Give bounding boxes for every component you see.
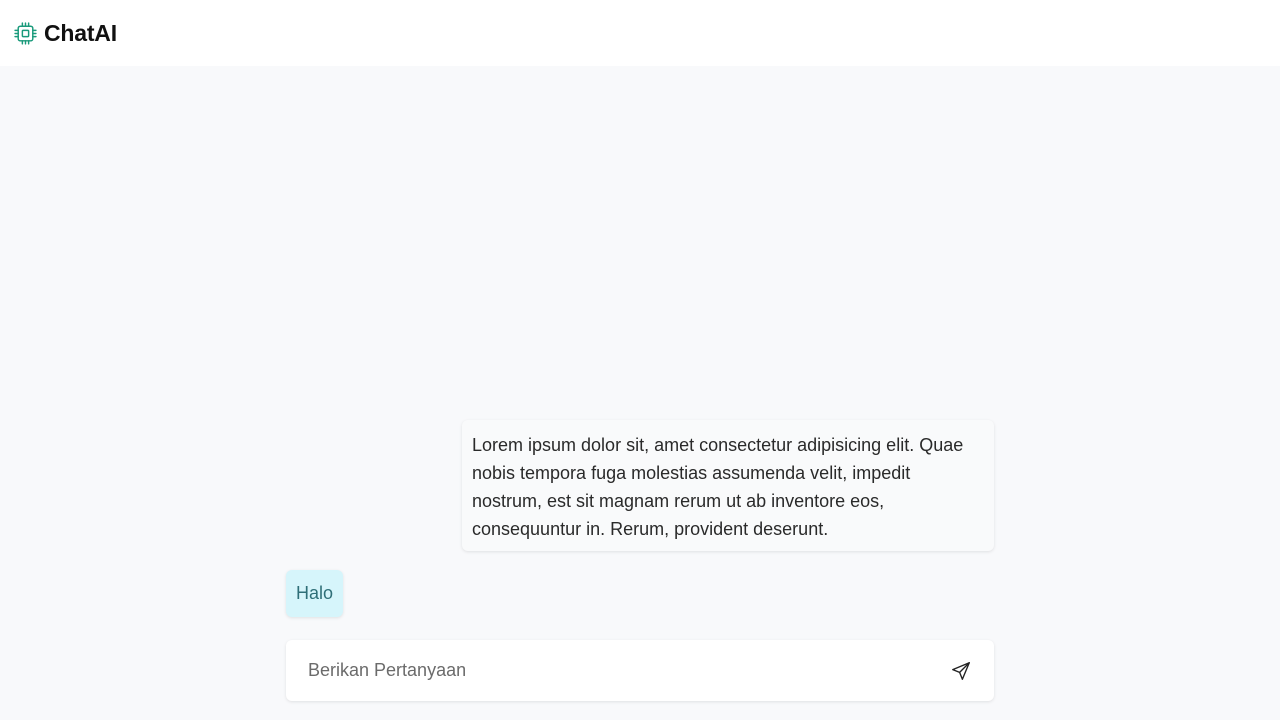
- chip-icon: [14, 21, 37, 45]
- send-icon: [952, 661, 970, 680]
- question-composer: [286, 640, 994, 701]
- bot-message: Lorem ipsum dolor sit, amet consectetur …: [462, 420, 994, 551]
- app-header: ChatAI: [0, 0, 1280, 66]
- brand-name: ChatAI: [44, 19, 117, 46]
- send-button[interactable]: [948, 658, 974, 684]
- chat-area: Lorem ipsum dolor sit, amet consectetur …: [0, 66, 1280, 720]
- question-input[interactable]: [308, 660, 948, 681]
- user-message: Halo: [286, 570, 343, 617]
- brand[interactable]: ChatAI: [13, 20, 117, 47]
